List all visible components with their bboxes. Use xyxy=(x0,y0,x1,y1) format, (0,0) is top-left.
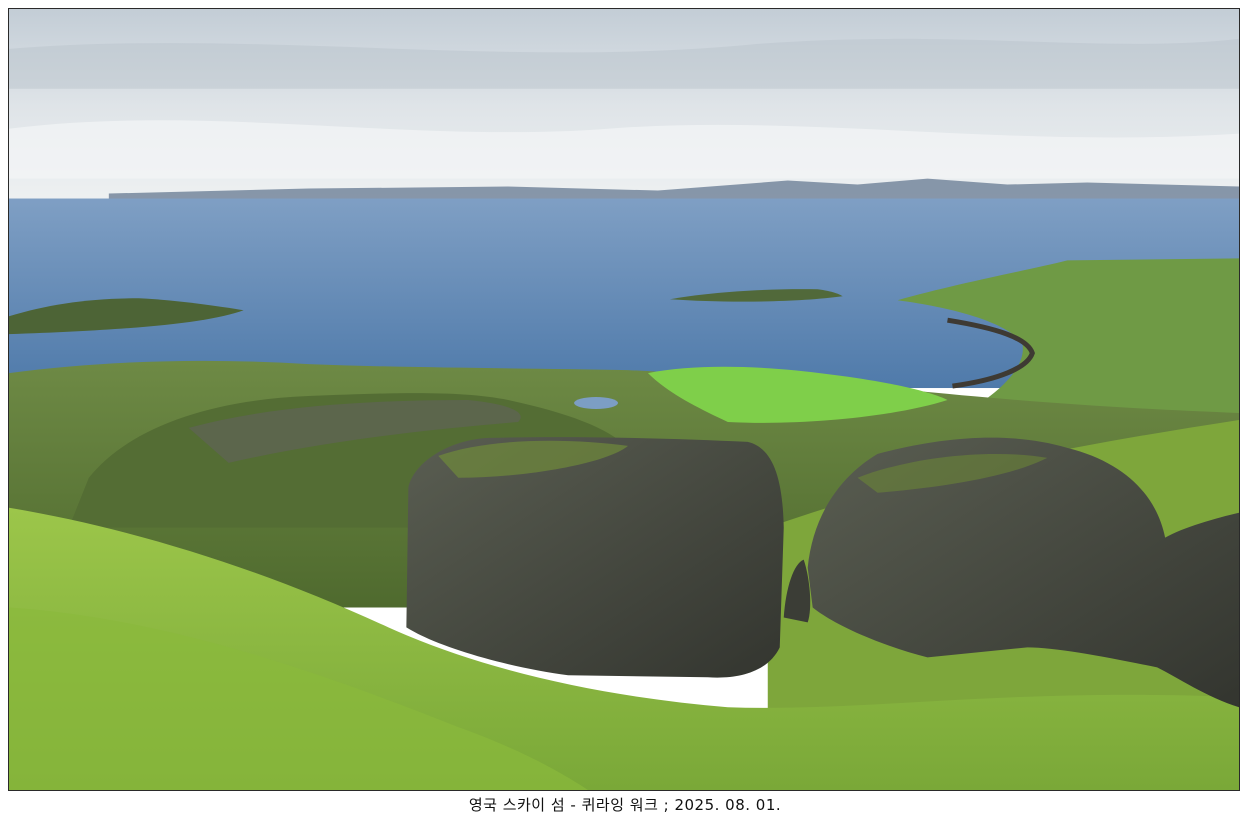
loch xyxy=(574,397,619,409)
photo-caption: 영국 스카이 섬 - 퀴라잉 워크 ; 2025. 08. 01. xyxy=(468,796,782,814)
landscape-photo xyxy=(9,9,1239,790)
photo-frame xyxy=(8,8,1240,791)
